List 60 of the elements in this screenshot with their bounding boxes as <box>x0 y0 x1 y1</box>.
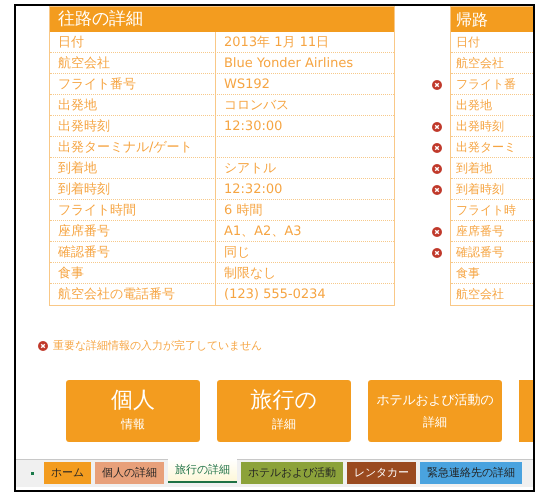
field-label: 確認番号 <box>451 242 533 263</box>
error-icon <box>432 164 442 174</box>
field-label: フライト時 <box>451 200 533 221</box>
warning-message: 重要な詳細情報の入力が完了していません <box>53 338 262 354</box>
field-value[interactable]: WS192 <box>216 74 394 94</box>
field-value[interactable]: 12:30:00 <box>216 116 394 136</box>
sheet-tab[interactable]: 緊急連絡先の詳細 <box>420 462 522 484</box>
error-icon <box>432 142 442 152</box>
section-title: 帰路 <box>451 7 533 32</box>
nav-tile[interactable]: 個人 情報 <box>66 380 200 442</box>
field-label: 日付 <box>451 32 533 53</box>
error-icon <box>432 122 442 132</box>
sheet-tab[interactable]: 個人の詳細 <box>95 462 164 484</box>
field-value[interactable]: (123) 555-0234 <box>216 284 394 305</box>
error-icon <box>432 80 442 90</box>
field-label: 航空会社 <box>451 53 533 74</box>
field-label: 航空会社 <box>455 286 505 303</box>
nav-tile[interactable]: ホテルおよび活動の 詳細 <box>368 380 502 442</box>
error-icon <box>432 184 442 194</box>
field-label: 出発地 <box>50 95 216 115</box>
field-label: 出発地 <box>451 95 533 116</box>
field-label: 到着地 <box>451 158 533 179</box>
field-label: 確認番号 <box>50 242 216 262</box>
field-label: 食事 <box>50 263 216 283</box>
field-label: 出発ターミナル/ゲート <box>50 137 216 157</box>
field-value[interactable]: コロンバス <box>216 95 394 115</box>
field-value[interactable]: シアトル <box>216 158 394 178</box>
error-icon <box>432 226 442 236</box>
field-label: 食事 <box>451 263 533 284</box>
field-label: 到着時刻 <box>451 179 533 200</box>
sheet-tab[interactable]: レンタカー <box>347 462 416 484</box>
field-label: フライト時間 <box>50 200 216 220</box>
field-value[interactable]: 同じ <box>216 242 394 262</box>
field-label: 航空会社 <box>50 53 216 73</box>
nav-tile-edge[interactable] <box>519 380 533 442</box>
field-label: 到着時刻 <box>50 179 216 199</box>
field-label: 座席番号 <box>50 221 216 241</box>
scroll-dots-icon[interactable] <box>31 472 34 475</box>
field-label: 出発時刻 <box>451 116 533 137</box>
sheet-tab[interactable]: ホーム <box>44 462 91 484</box>
field-value[interactable]: 2013年 1月 11日 <box>216 32 394 52</box>
field-value[interactable]: Blue Yonder Airlines <box>216 53 394 73</box>
field-value[interactable]: 12:32:00 <box>216 179 394 199</box>
field-label: フライト番号 <box>50 74 216 94</box>
field-value[interactable]: A1、A2、A3 <box>216 221 394 241</box>
field-label: フライト番 <box>451 74 533 95</box>
sheet-tab[interactable]: 旅行の詳細 <box>168 459 237 483</box>
field-label: 出発時刻 <box>50 116 216 136</box>
field-label: 到着地 <box>50 158 216 178</box>
section-title: 往路の詳細 <box>50 7 394 32</box>
field-label: 航空会社の電話番号 <box>50 284 216 305</box>
error-icon <box>38 341 48 352</box>
field-label: 座席番号 <box>451 221 533 242</box>
field-label: 出発ターミ <box>451 137 533 158</box>
field-value[interactable]: 6 時間 <box>216 200 394 220</box>
error-icon <box>432 248 442 258</box>
field-label: 日付 <box>50 32 216 52</box>
sheet-tab[interactable]: ホテルおよび活動 <box>241 462 343 484</box>
field-value[interactable]: 制限なし <box>216 263 394 283</box>
nav-tile[interactable]: 旅行の 詳細 <box>217 380 351 442</box>
